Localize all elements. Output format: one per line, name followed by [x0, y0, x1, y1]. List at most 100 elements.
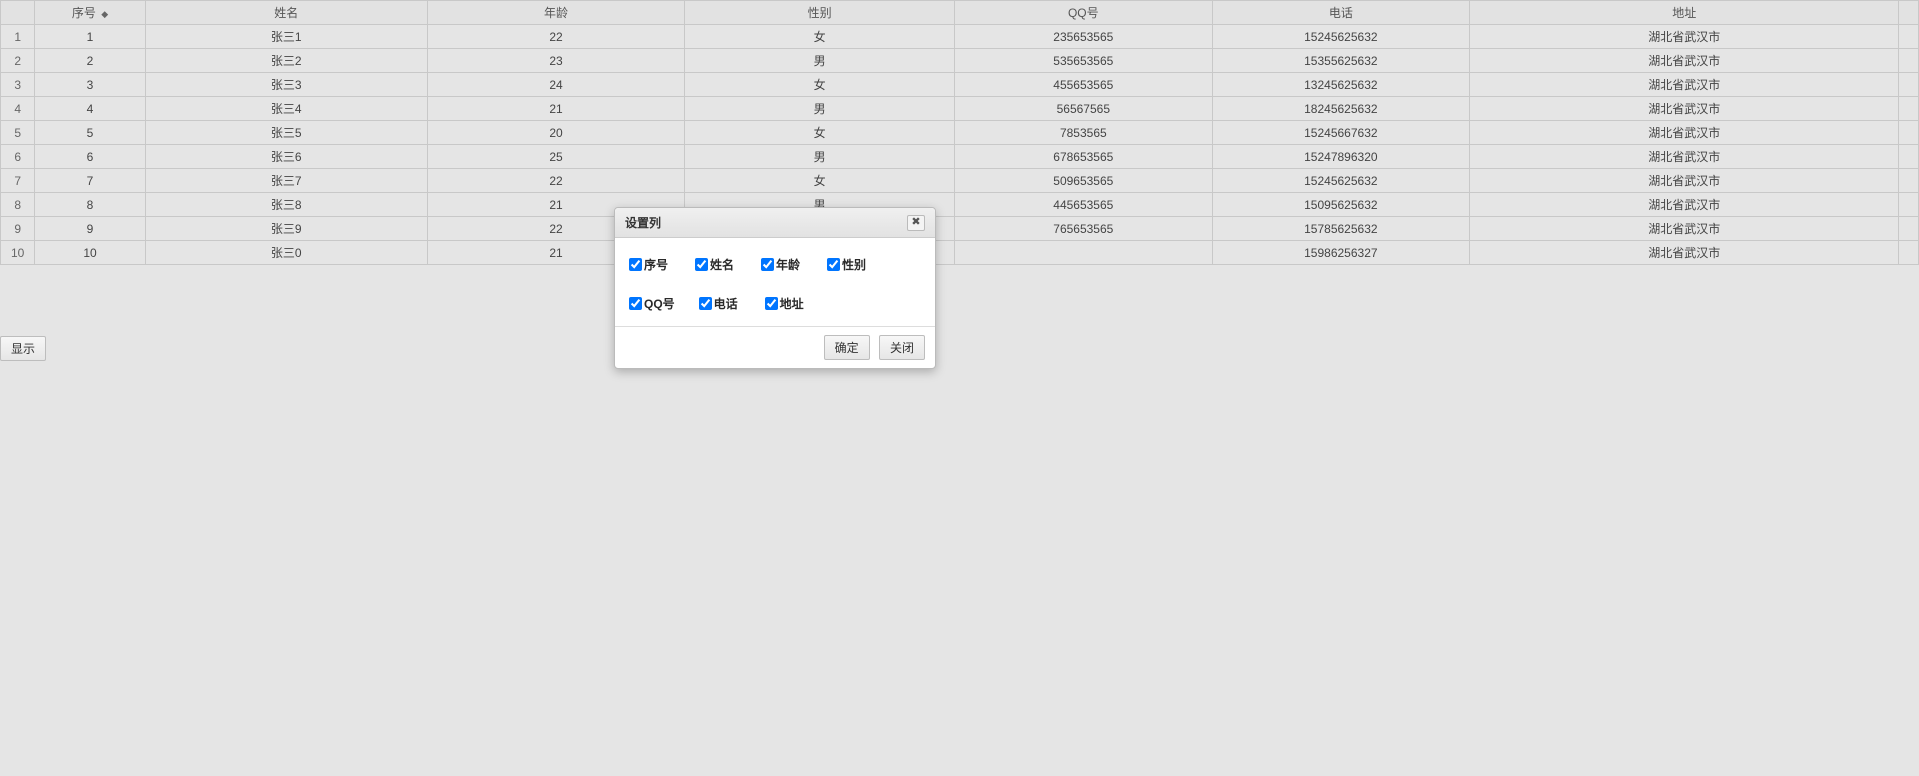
col-header-qq[interactable]: QQ号 [955, 1, 1213, 25]
column-checkbox[interactable] [699, 297, 712, 310]
cell-tel: 15986256327 [1212, 241, 1470, 265]
column-option[interactable]: 电话 [699, 295, 741, 312]
column-checkbox[interactable] [827, 258, 840, 271]
table-row[interactable]: 55张三520女785356515245667632湖北省武汉市 [1, 121, 1919, 145]
cell-age: 22 [427, 25, 685, 49]
cell-extra [1899, 73, 1919, 97]
cell-sex: 女 [685, 121, 955, 145]
close-button[interactable]: 关闭 [879, 335, 925, 360]
dialog-body: 序号 姓名 年龄 性别 QQ号 电话 地址 [615, 238, 935, 326]
rownum-cell: 1 [1, 25, 35, 49]
col-header-name[interactable]: 姓名 [145, 1, 427, 25]
cell-extra [1899, 25, 1919, 49]
cell-seq: 1 [35, 25, 145, 49]
cell-extra [1899, 49, 1919, 73]
cell-extra [1899, 97, 1919, 121]
column-option-label: 年龄 [776, 256, 800, 273]
cell-addr: 湖北省武汉市 [1470, 97, 1899, 121]
column-option[interactable]: QQ号 [629, 295, 675, 312]
column-checkbox[interactable] [629, 258, 642, 271]
close-icon[interactable]: ✖ [907, 215, 925, 231]
ok-button[interactable]: 确定 [824, 335, 870, 360]
cell-sex: 女 [685, 25, 955, 49]
cell-qq: 445653565 [955, 193, 1213, 217]
cell-tel: 15245625632 [1212, 25, 1470, 49]
table-row[interactable]: 22张三223男53565356515355625632湖北省武汉市 [1, 49, 1919, 73]
cell-extra [1899, 241, 1919, 265]
table-row[interactable]: 11张三122女23565356515245625632湖北省武汉市 [1, 25, 1919, 49]
cell-qq: 7853565 [955, 121, 1213, 145]
cell-tel: 15245625632 [1212, 169, 1470, 193]
cell-tel: 15247896320 [1212, 145, 1470, 169]
column-option[interactable]: 序号 [629, 256, 671, 273]
cell-age: 20 [427, 121, 685, 145]
cell-addr: 湖北省武汉市 [1470, 241, 1899, 265]
column-option[interactable]: 年龄 [761, 256, 803, 273]
column-option-label: 性别 [842, 256, 866, 273]
cell-name: 张三9 [145, 217, 427, 241]
column-checkbox[interactable] [629, 297, 642, 310]
cell-seq: 6 [35, 145, 145, 169]
rownum-cell: 7 [1, 169, 35, 193]
col-header-tel[interactable]: 电话 [1212, 1, 1470, 25]
cell-tel: 15785625632 [1212, 217, 1470, 241]
cell-qq: 765653565 [955, 217, 1213, 241]
cell-seq: 2 [35, 49, 145, 73]
cell-extra [1899, 121, 1919, 145]
column-checkbox[interactable] [765, 297, 778, 310]
table-row[interactable]: 44张三421男5656756518245625632湖北省武汉市 [1, 97, 1919, 121]
col-header-seq[interactable]: 序号 ◆ [35, 1, 145, 25]
col-header-addr[interactable]: 地址 [1470, 1, 1899, 25]
table-row[interactable]: 88张三821男44565356515095625632湖北省武汉市 [1, 193, 1919, 217]
column-option-label: 序号 [644, 256, 668, 273]
show-button[interactable]: 显示 [0, 336, 46, 361]
cell-seq: 10 [35, 241, 145, 265]
column-checkbox[interactable] [695, 258, 708, 271]
column-option[interactable]: 姓名 [695, 256, 737, 273]
rownum-cell: 3 [1, 73, 35, 97]
column-option[interactable]: 地址 [765, 295, 807, 312]
cell-sex: 女 [685, 73, 955, 97]
table-row[interactable]: 33张三324女45565356513245625632湖北省武汉市 [1, 73, 1919, 97]
cell-tel: 15095625632 [1212, 193, 1470, 217]
dialog-footer: 确定 关闭 [615, 326, 935, 368]
cell-name: 张三2 [145, 49, 427, 73]
cell-extra [1899, 145, 1919, 169]
cell-addr: 湖北省武汉市 [1470, 73, 1899, 97]
column-option[interactable]: 性别 [827, 256, 869, 273]
cell-addr: 湖北省武汉市 [1470, 49, 1899, 73]
col-header-age[interactable]: 年龄 [427, 1, 685, 25]
sort-icon: ◆ [101, 9, 108, 19]
cell-extra [1899, 193, 1919, 217]
table-row[interactable]: 66张三625男67865356515247896320湖北省武汉市 [1, 145, 1919, 169]
action-bar: 显示 [0, 336, 46, 361]
cell-name: 张三0 [145, 241, 427, 265]
cell-name: 张三6 [145, 145, 427, 169]
col-header-sex[interactable]: 性别 [685, 1, 955, 25]
dialog-title: 设置列 [625, 214, 661, 231]
rownum-cell: 10 [1, 241, 35, 265]
cell-tel: 13245625632 [1212, 73, 1470, 97]
rownum-header [1, 1, 35, 25]
cell-qq: 678653565 [955, 145, 1213, 169]
col-header-label: 序号 [72, 6, 96, 20]
rownum-cell: 4 [1, 97, 35, 121]
table-row[interactable]: 77张三722女50965356515245625632湖北省武汉市 [1, 169, 1919, 193]
column-option-label: 地址 [780, 295, 804, 312]
column-checkbox[interactable] [761, 258, 774, 271]
rownum-cell: 9 [1, 217, 35, 241]
table-row[interactable]: 99张三922女76565356515785625632湖北省武汉市 [1, 217, 1919, 241]
rownum-cell: 6 [1, 145, 35, 169]
dialog-header[interactable]: 设置列 ✖ [615, 208, 935, 238]
cell-qq: 235653565 [955, 25, 1213, 49]
col-header-extra [1899, 1, 1919, 25]
table-row[interactable]: 1010张三02115986256327湖北省武汉市 [1, 241, 1919, 265]
cell-name: 张三8 [145, 193, 427, 217]
cell-tel: 15245667632 [1212, 121, 1470, 145]
column-settings-dialog: 设置列 ✖ 序号 姓名 年龄 性别 QQ号 电话 地址 确定 关闭 [614, 207, 936, 369]
cell-qq: 535653565 [955, 49, 1213, 73]
column-option-label: 电话 [714, 295, 738, 312]
cell-name: 张三4 [145, 97, 427, 121]
rownum-cell: 2 [1, 49, 35, 73]
cell-extra [1899, 169, 1919, 193]
